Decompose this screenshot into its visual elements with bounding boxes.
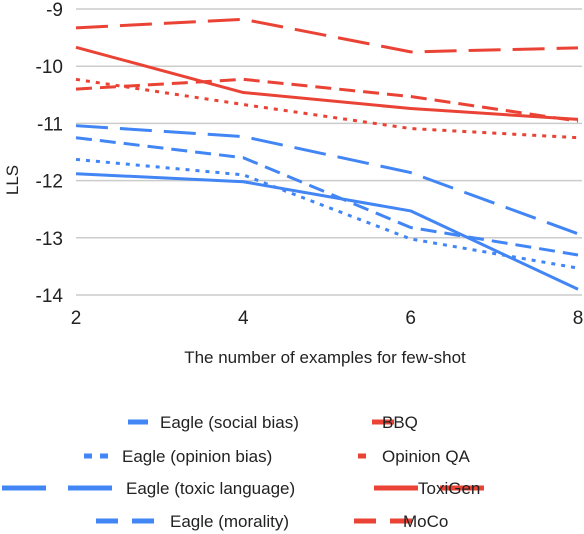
legend-item: Eagle (opinion bias) xyxy=(84,447,272,466)
legend-item: Eagle (social bias) xyxy=(128,413,299,432)
y-tick-label: -14 xyxy=(36,286,64,307)
legend-label: MoCo xyxy=(403,512,448,531)
series-line-eagle-opinion-bias xyxy=(75,157,579,270)
legend-label: Eagle (opinion bias) xyxy=(122,447,272,466)
legend-label: Eagle (social bias) xyxy=(160,413,299,432)
gridlines xyxy=(76,8,582,296)
legend-label: BBQ xyxy=(382,413,418,432)
y-axis-ticks: -9 -10 -11 -12 -13 -14 xyxy=(36,0,64,307)
legend-item: MoCo xyxy=(354,512,448,531)
line-chart: -9 -10 -11 -12 -13 -14 2 4 6 8 LLS The number of… xyxy=(2,0,584,531)
x-tick-label: 8 xyxy=(573,308,584,329)
y-tick-label: -12 xyxy=(36,172,63,193)
series-lines xyxy=(75,17,579,291)
x-tick-label: 2 xyxy=(71,308,82,329)
legend-label: Opinion QA xyxy=(382,447,471,466)
x-axis-ticks: 2 4 6 8 xyxy=(71,308,584,329)
legend-label: ToxiGen xyxy=(418,479,480,498)
series-line-eagle-toxic-language xyxy=(75,124,579,236)
legend: Eagle (social bias) BBQ Eagle (opinion bia… xyxy=(2,413,484,531)
legend-label: Eagle (toxic language) xyxy=(126,479,295,498)
series-line-eagle-social-bias xyxy=(75,172,579,291)
series-line-moco xyxy=(75,17,579,54)
legend-item: Eagle (morality) xyxy=(96,512,289,531)
x-tick-label: 4 xyxy=(238,308,249,329)
x-axis-label: The number of examples for few-shot xyxy=(184,348,466,367)
y-tick-label: -13 xyxy=(36,229,63,250)
y-tick-label: -10 xyxy=(36,57,63,78)
y-tick-label: -9 xyxy=(46,0,63,21)
legend-item: Eagle (toxic language) xyxy=(2,479,295,498)
legend-item: BBQ xyxy=(372,413,418,432)
legend-item: Opinion QA xyxy=(358,447,471,466)
y-tick-label: -11 xyxy=(37,114,63,135)
legend-item: ToxiGen xyxy=(374,479,484,498)
legend-label: Eagle (morality) xyxy=(170,512,289,531)
y-axis-label: LLS xyxy=(3,165,22,195)
x-tick-label: 6 xyxy=(405,308,416,329)
